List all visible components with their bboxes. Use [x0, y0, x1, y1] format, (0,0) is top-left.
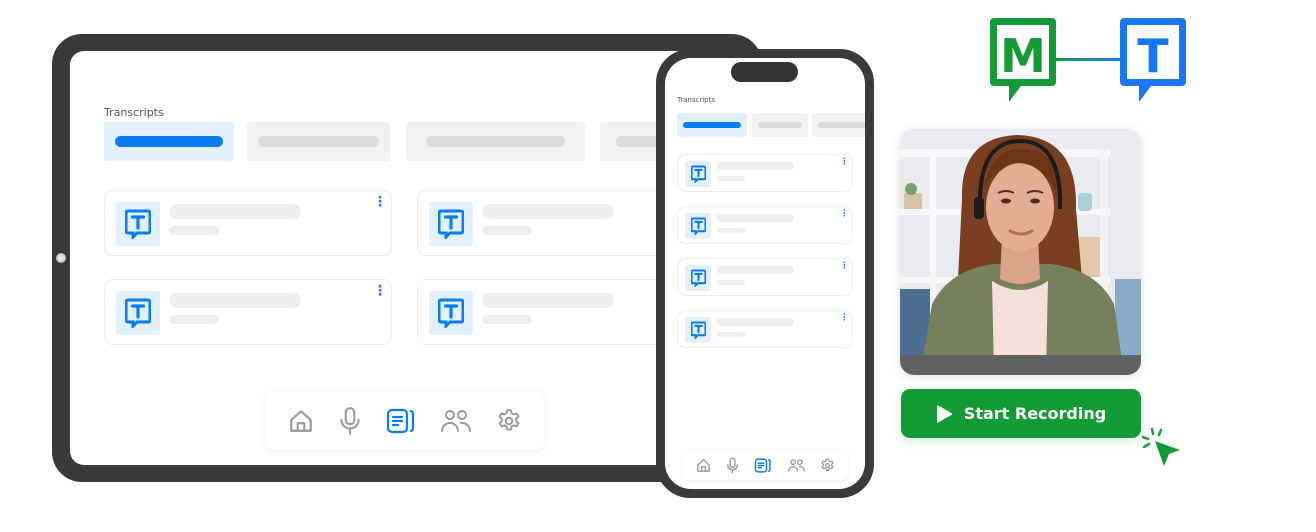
- transcript-t-icon: [116, 202, 160, 246]
- title-skeleton: [169, 293, 301, 308]
- start-recording-button[interactable]: Start Recording: [901, 389, 1141, 438]
- logo-connector: [1056, 58, 1120, 61]
- title-skeleton: [717, 318, 794, 326]
- title-skeleton: [482, 293, 614, 308]
- transcript-t-icon: [429, 291, 473, 335]
- people-icon: [441, 410, 472, 432]
- t-logo-icon: T: [1120, 18, 1186, 102]
- page-title: Transcripts: [677, 96, 716, 104]
- logo-letter-m: M: [1000, 29, 1046, 83]
- tab-label-skeleton: [426, 136, 565, 147]
- home-icon: [697, 458, 710, 472]
- play-icon: [936, 405, 952, 422]
- nav-transcripts[interactable]: [754, 457, 772, 473]
- tab-label-skeleton: [115, 136, 223, 147]
- title-skeleton: [482, 204, 614, 219]
- nav-contacts[interactable]: [787, 458, 806, 473]
- home-icon: [289, 410, 312, 432]
- transcript-card[interactable]: ⋮: [677, 258, 853, 296]
- subtitle-skeleton: [717, 280, 745, 285]
- gear-icon: [821, 458, 834, 471]
- bottom-nav: [683, 450, 848, 480]
- subtitle-skeleton: [717, 228, 745, 233]
- brand-logo: M T: [990, 18, 1186, 102]
- nav-transcripts[interactable]: [386, 408, 416, 434]
- title-skeleton: [717, 266, 794, 274]
- transcript-t-icon: [685, 317, 711, 343]
- page-title: Transcripts: [104, 106, 164, 119]
- transcript-card[interactable]: ⋮: [677, 310, 853, 348]
- tablet-screen: Transcripts ⋮ ⋮: [70, 51, 744, 465]
- m-logo-icon: M: [990, 18, 1056, 102]
- transcript-card[interactable]: ⋮: [104, 279, 392, 345]
- click-cursor-icon: [1141, 427, 1180, 466]
- subtitle-skeleton: [482, 226, 532, 235]
- transcripts-icon: [386, 408, 415, 434]
- subtitle-skeleton: [717, 176, 745, 181]
- logo-letter-t: T: [1137, 29, 1169, 83]
- transcript-t-icon: [429, 202, 473, 246]
- tab-label-skeleton: [818, 122, 865, 128]
- more-vert-icon[interactable]: ⋮: [840, 262, 849, 270]
- nav-record[interactable]: [725, 456, 740, 474]
- tab-label-skeleton: [683, 122, 741, 128]
- phone-device: Transcripts ⋮ ⋮ ⋮ ⋮: [656, 49, 874, 498]
- more-vert-icon[interactable]: ⋮: [840, 158, 849, 166]
- tab-label-skeleton: [758, 122, 802, 128]
- nav-home[interactable]: [288, 408, 314, 434]
- nav-contacts[interactable]: [439, 408, 473, 434]
- phone-notch: [731, 62, 798, 82]
- bottom-nav: [266, 392, 544, 450]
- more-vert-icon[interactable]: ⋮: [840, 314, 849, 322]
- transcript-t-icon: [685, 161, 711, 187]
- more-vert-icon[interactable]: ⋮: [373, 195, 387, 209]
- subtitle-skeleton: [169, 226, 219, 235]
- gear-icon: [498, 409, 520, 431]
- transcript-card[interactable]: ⋮: [677, 154, 853, 192]
- phone-screen: Transcripts ⋮ ⋮ ⋮ ⋮: [665, 58, 865, 489]
- microphone-icon: [340, 407, 360, 435]
- subtitle-skeleton: [482, 315, 532, 324]
- tab-3[interactable]: [812, 113, 865, 137]
- transcript-t-icon: [685, 213, 711, 239]
- transcript-card[interactable]: ⋮: [677, 206, 853, 244]
- title-skeleton: [169, 204, 301, 219]
- more-vert-icon[interactable]: ⋮: [840, 210, 849, 218]
- title-skeleton: [717, 162, 794, 170]
- tablet-camera: [56, 253, 66, 263]
- promo-stage: Transcripts ⋮ ⋮ Transcripts ⋮ ⋮ ⋮ ⋮ M T …: [0, 0, 1316, 532]
- people-icon: [787, 458, 805, 472]
- nav-settings[interactable]: [820, 458, 835, 473]
- nav-settings[interactable]: [496, 408, 522, 434]
- subtitle-skeleton: [169, 315, 219, 324]
- tab-1[interactable]: [677, 113, 747, 137]
- tab-2[interactable]: [247, 122, 390, 161]
- tab-3[interactable]: [406, 122, 585, 161]
- tab-2[interactable]: [752, 113, 808, 137]
- title-skeleton: [717, 214, 794, 222]
- start-recording-label: Start Recording: [963, 404, 1107, 423]
- transcript-card[interactable]: ⋮: [104, 190, 392, 256]
- presenter-photo: [900, 129, 1141, 375]
- tab-label-skeleton: [258, 136, 379, 147]
- transcript-t-icon: [116, 291, 160, 335]
- tab-1[interactable]: [104, 122, 234, 161]
- transcript-t-icon: [685, 265, 711, 291]
- more-vert-icon[interactable]: ⋮: [373, 284, 387, 298]
- transcripts-icon: [755, 457, 772, 473]
- subtitle-skeleton: [717, 332, 745, 337]
- nav-record[interactable]: [337, 406, 363, 436]
- microphone-icon: [727, 456, 739, 474]
- nav-home[interactable]: [696, 458, 711, 473]
